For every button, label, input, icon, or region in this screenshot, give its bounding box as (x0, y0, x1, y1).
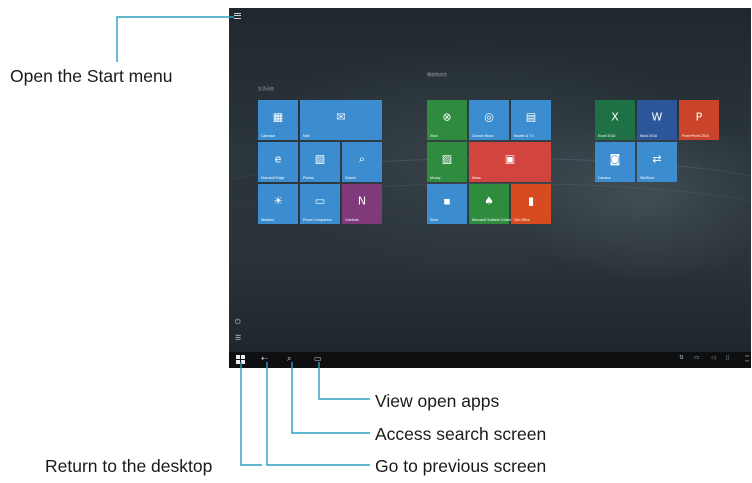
leader-search (291, 362, 370, 434)
leader-view-apps (318, 362, 370, 400)
leader-start-menu (116, 16, 234, 62)
leader-desktop (240, 362, 262, 466)
callout-leader-lines (116, 16, 370, 466)
